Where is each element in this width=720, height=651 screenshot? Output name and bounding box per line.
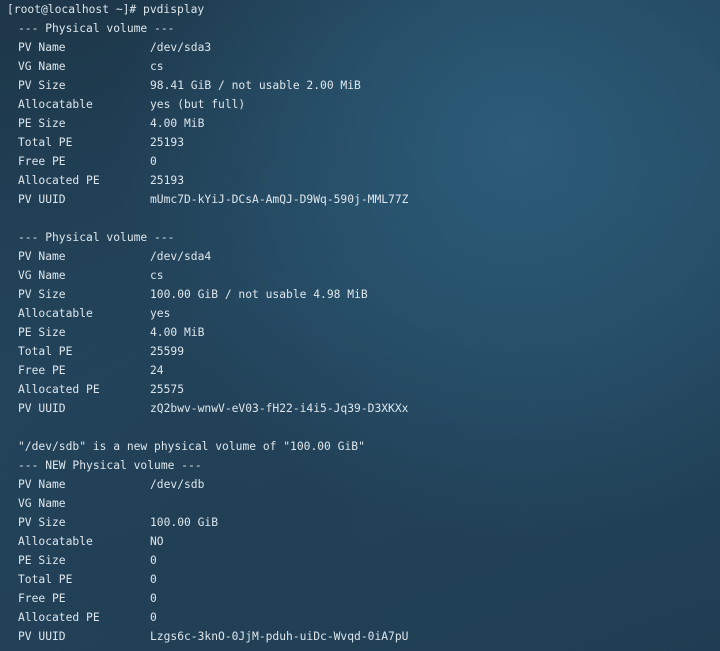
field-key: Allocatable [18, 307, 93, 320]
field-row: Allocated PE 0 [0, 608, 720, 627]
field-key: PE Size [18, 326, 66, 339]
field-key: Total PE [18, 136, 73, 149]
field-key: PV Size [18, 79, 66, 92]
field-row: Total PE 0 [0, 570, 720, 589]
field-key: Allocated PE [18, 174, 100, 187]
volume-header: --- Physical volume --- [18, 22, 175, 35]
field-row: PE Size 4.00 MiB [0, 323, 720, 342]
field-key: PV Size [18, 516, 66, 529]
field-key: PV UUID [18, 630, 66, 643]
field-row: Allocatable NO [0, 532, 720, 551]
field-row: PV UUID mUmc7D-kYiJ-DCsA-AmQJ-D9Wq-590j-M… [0, 190, 720, 209]
field-row: Allocatable yes [0, 304, 720, 323]
field-key: PE Size [18, 117, 66, 130]
field-key: PV Name [18, 478, 66, 491]
field-row: Total PE 25193 [0, 133, 720, 152]
field-key: Free PE [18, 592, 66, 605]
field-key: Allocatable [18, 535, 93, 548]
field-value: NO [150, 535, 164, 548]
field-row: PV Name/dev/sdb [0, 475, 720, 494]
field-key: Total PE [18, 573, 73, 586]
field-key: Allocatable [18, 98, 93, 111]
field-row: PV Size 100.00 GiB [0, 513, 720, 532]
field-value: mUmc7D-kYiJ-DCsA-AmQJ-D9Wq-590j-MML77Z [150, 193, 409, 206]
field-value: /dev/sdb [150, 478, 205, 491]
field-row: PV UUID zQ2bwv-wnwV-eV03-fH22-i4i5-Jq39-D… [0, 399, 720, 418]
field-row: PV UUID Lzgs6c-3knO-0JjM-pduh-uiDc-Wvqd-0… [0, 627, 720, 646]
field-row: Allocated PE 25575 [0, 380, 720, 399]
new-volume-notice: "/dev/sdb" is a new physical volume of "… [18, 440, 365, 453]
field-row: VG Name [0, 494, 720, 513]
field-value: yes [150, 307, 171, 320]
field-value: 25575 [150, 383, 185, 396]
field-value: 25193 [150, 136, 185, 149]
field-key: PV Name [18, 250, 66, 263]
field-value: /dev/sda4 [150, 250, 212, 263]
field-value: zQ2bwv-wnwV-eV03-fH22-i4i5-Jq39-D3XKXx [150, 402, 409, 415]
field-value: cs [150, 269, 164, 282]
field-row: PV Name/dev/sda3 [0, 38, 720, 57]
field-row: VG Name cs [0, 266, 720, 285]
field-row: PE Size 4.00 MiB [0, 114, 720, 133]
field-row: PV Name/dev/sda4 [0, 247, 720, 266]
field-value: 98.41 GiB / not usable 2.00 MiB [150, 79, 361, 92]
field-value: cs [150, 60, 164, 73]
field-key: VG Name [18, 497, 66, 510]
field-value: 0 [150, 592, 157, 605]
field-value: 0 [150, 573, 157, 586]
field-row: PE Size 0 [0, 551, 720, 570]
field-key: PV Name [18, 41, 66, 54]
field-key: PV Size [18, 288, 66, 301]
field-value: 24 [150, 364, 164, 377]
volume-header: --- NEW Physical volume --- [18, 459, 202, 472]
field-value: 25193 [150, 174, 185, 187]
field-value: 0 [150, 155, 157, 168]
field-row: Free PE 0 [0, 589, 720, 608]
field-row: Allocatable yes (but full) [0, 95, 720, 114]
field-value: 100.00 GiB [150, 516, 219, 529]
field-key: Total PE [18, 345, 73, 358]
field-key: Free PE [18, 155, 66, 168]
volume-header: --- Physical volume --- [18, 231, 175, 244]
field-key: Free PE [18, 364, 66, 377]
field-row: PV Size 98.41 GiB / not usable 2.00 MiB [0, 76, 720, 95]
command-prompt-line: [root@localhost ~]# pvdisplay [7, 3, 205, 16]
field-key: Allocated PE [18, 383, 100, 396]
field-row: Free PE 0 [0, 152, 720, 171]
field-value: 100.00 GiB / not usable 4.98 MiB [150, 288, 368, 301]
field-key: VG Name [18, 269, 66, 282]
field-value: 4.00 MiB [150, 326, 205, 339]
field-row: Total PE 25599 [0, 342, 720, 361]
field-row: VG Name cs [0, 57, 720, 76]
field-key: VG Name [18, 60, 66, 73]
field-key: Allocated PE [18, 611, 100, 624]
field-value: yes (but full) [150, 98, 246, 111]
field-value: 0 [150, 611, 157, 624]
field-value: 0 [150, 554, 157, 567]
field-row: PV Size 100.00 GiB / not usable 4.98 MiB [0, 285, 720, 304]
field-key: PE Size [18, 554, 66, 567]
field-key: PV UUID [18, 193, 66, 206]
field-row: Allocated PE 25193 [0, 171, 720, 190]
terminal-window[interactable]: [root@localhost ~]# pvdisplay --- Physic… [0, 0, 720, 651]
field-key: PV UUID [18, 402, 66, 415]
field-value: 4.00 MiB [150, 117, 205, 130]
field-value: /dev/sda3 [150, 41, 212, 54]
field-row: Free PE 24 [0, 361, 720, 380]
field-value: Lzgs6c-3knO-0JjM-pduh-uiDc-Wvqd-0iA7pU [150, 630, 409, 643]
field-value: 25599 [150, 345, 185, 358]
